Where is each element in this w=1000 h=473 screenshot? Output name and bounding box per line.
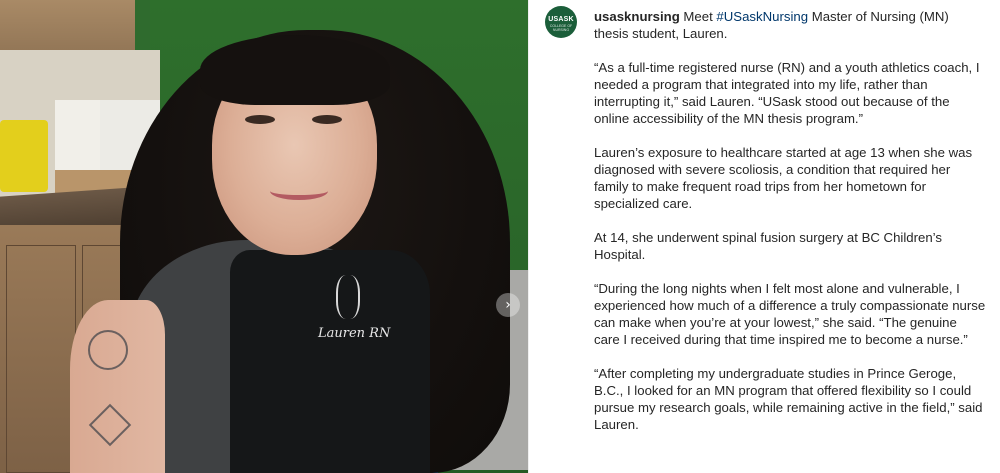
vest-embroidery: Lauren RN [318, 326, 391, 341]
tattoo [88, 330, 128, 370]
person-eye [312, 115, 342, 124]
caption-intro: usasknursing Meet #USaskNursing Master o… [594, 8, 986, 42]
post-caption: usasknursing Meet #USaskNursing Master o… [594, 8, 986, 450]
hashtag-link[interactable]: #USaskNursing [716, 9, 808, 24]
sharps-container [0, 120, 48, 192]
caption-paragraph: “After completing my undergraduate studi… [594, 366, 983, 432]
caption-paragraph: “As a full-time registered nurse (RN) an… [594, 60, 980, 126]
avatar-logo-text: USASK [548, 16, 574, 23]
person-eye [245, 115, 275, 124]
caption-paragraph: Lauren’s exposure to healthcare started … [594, 145, 973, 211]
person-bangs [200, 35, 390, 105]
avatar[interactable]: USASK COLLEGE OF NURSING [545, 6, 577, 38]
username-link[interactable]: usasknursing [594, 9, 680, 24]
caption-paragraph: At 14, she underwent spinal fusion surge… [594, 230, 942, 262]
caduceus-icon [336, 275, 360, 319]
post-photo[interactable]: Lauren RN › [0, 0, 528, 473]
person-smile [270, 182, 328, 200]
avatar-logo-subtext: COLLEGE OF NURSING [549, 24, 573, 32]
caption-panel: USASK COLLEGE OF NURSING usasknursing Me… [528, 0, 1000, 473]
next-slide-button[interactable]: › [496, 293, 520, 317]
caption-paragraph: “During the long nights when I felt most… [594, 281, 986, 347]
person-arm [70, 300, 165, 473]
caption-intro-text: Meet [683, 9, 713, 24]
person-vest [230, 250, 430, 473]
